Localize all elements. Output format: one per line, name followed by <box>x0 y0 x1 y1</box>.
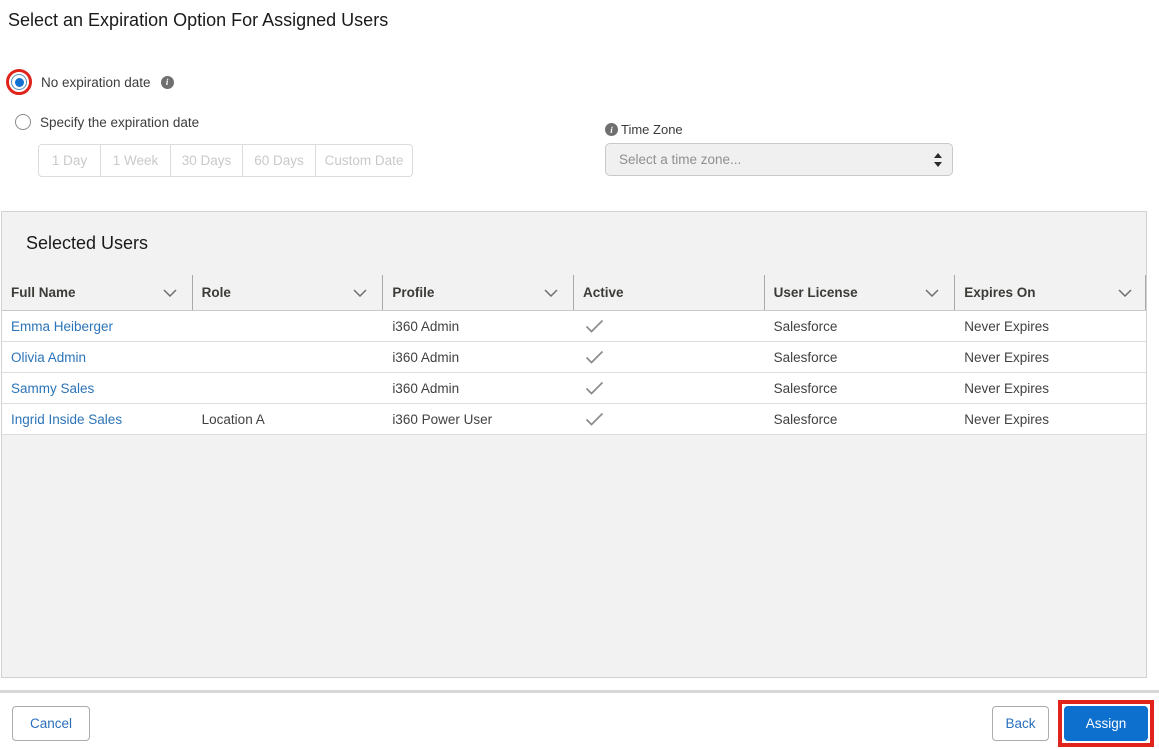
duration-button-custom-date[interactable]: Custom Date <box>315 145 412 176</box>
specify-expiration-option: Specify the expiration date <box>15 114 199 130</box>
cell-user-license: Salesforce <box>773 380 838 396</box>
cancel-button[interactable]: Cancel <box>12 706 90 741</box>
time-zone-label: Time Zone <box>621 122 683 137</box>
cell-full-name: Emma Heiberger <box>2 319 193 334</box>
cell-expires-on: Never Expires <box>964 349 1050 365</box>
info-icon[interactable]: i <box>160 75 174 89</box>
cell-expires-on: Never Expires <box>964 411 1050 427</box>
check-icon <box>585 381 604 395</box>
time-zone-label-row: i Time Zone <box>605 122 953 137</box>
cell-profile: i360 Admin <box>392 380 460 396</box>
table-row: Emma Heiberger i360 Admin Salesforce Never … <box>2 311 1146 342</box>
cell-user-license: Salesforce <box>773 349 838 365</box>
check-icon <box>585 350 604 364</box>
chevron-down-icon[interactable] <box>544 288 558 297</box>
chevron-down-icon[interactable] <box>353 288 367 297</box>
cell-profile: i360 Admin <box>392 318 460 334</box>
user-link[interactable]: Olivia Admin <box>11 350 86 365</box>
column-header-full-name[interactable]: Full Name <box>2 275 193 310</box>
table-body: Emma Heiberger i360 Admin Salesforce Never … <box>2 311 1146 435</box>
column-header-expires-on[interactable]: Expires On <box>955 275 1146 310</box>
panel-title: Selected Users <box>26 233 149 253</box>
table-row: Olivia Admin i360 Admin Salesforce Never Ex… <box>2 342 1146 373</box>
duration-button-60-days[interactable]: 60 Days <box>242 145 315 176</box>
cell-user-license: Salesforce <box>773 318 838 334</box>
column-label: Full Name <box>11 285 76 300</box>
cell-full-name: Sammy Sales <box>2 381 193 396</box>
back-button[interactable]: Back <box>992 706 1049 741</box>
user-link[interactable]: Emma Heiberger <box>11 319 113 334</box>
cell-active <box>574 347 765 367</box>
cell-user-license: Salesforce <box>773 411 838 427</box>
table-row: Ingrid Inside Sales Location A i360 Power … <box>2 404 1146 435</box>
duration-button-1-day[interactable]: 1 Day <box>39 145 100 176</box>
column-header-profile[interactable]: Profile <box>383 275 574 310</box>
user-link[interactable]: Ingrid Inside Sales <box>11 412 122 427</box>
column-label: Active <box>582 285 624 300</box>
no-expiration-option: No expiration date i <box>6 69 174 95</box>
cell-active <box>574 409 765 429</box>
table-header: Full Name Role Profile Active User License Ex… <box>2 275 1146 311</box>
column-label: Role <box>201 285 231 300</box>
time-zone-placeholder: Select a time zone... <box>619 152 742 167</box>
chevron-down-icon[interactable] <box>163 288 177 297</box>
cell-role: Location A <box>201 411 265 427</box>
page-title: Select an Expiration Option For Assigned… <box>8 10 389 30</box>
column-label: Profile <box>392 285 435 300</box>
check-icon <box>585 319 604 333</box>
time-zone-block: i Time Zone Select a time zone... <box>605 122 953 176</box>
user-link[interactable]: Sammy Sales <box>11 381 94 396</box>
cell-full-name: Olivia Admin <box>2 350 193 365</box>
duration-button-30-days[interactable]: 30 Days <box>170 145 242 176</box>
annotation-circle <box>6 69 32 95</box>
cell-active <box>574 378 765 398</box>
check-icon <box>585 412 604 426</box>
footer: Cancel Back Assign <box>0 693 1159 749</box>
spinner-icon[interactable] <box>934 152 942 167</box>
duration-button-group: 1 Day 1 Week 30 Days 60 Days Custom Date <box>38 144 413 177</box>
chevron-down-icon[interactable] <box>1118 288 1132 297</box>
time-zone-select[interactable]: Select a time zone... <box>605 143 953 176</box>
info-icon[interactable]: i <box>605 123 618 136</box>
table-row: Sammy Sales i360 Admin Salesforce Never Exp… <box>2 373 1146 404</box>
cell-active <box>574 316 765 336</box>
no-expiration-radio[interactable] <box>11 74 27 90</box>
cell-full-name: Ingrid Inside Sales <box>2 412 193 427</box>
cell-expires-on: Never Expires <box>964 318 1050 334</box>
column-header-role[interactable]: Role <box>193 275 384 310</box>
annotation-rectangle: Assign <box>1058 700 1154 747</box>
cell-profile: i360 Admin <box>392 349 460 365</box>
column-label: User License <box>773 285 858 300</box>
column-header-active[interactable]: Active <box>574 275 765 310</box>
specify-expiration-label: Specify the expiration date <box>40 114 200 130</box>
chevron-down-icon[interactable] <box>925 288 939 297</box>
selected-users-panel: Selected Users Full Name Role Profile Activ… <box>1 211 1147 678</box>
assign-button[interactable]: Assign <box>1064 706 1148 741</box>
specify-expiration-radio[interactable] <box>15 114 31 130</box>
duration-button-1-week[interactable]: 1 Week <box>100 145 170 176</box>
column-header-user-license[interactable]: User License <box>765 275 956 310</box>
cell-expires-on: Never Expires <box>964 380 1050 396</box>
cell-profile: i360 Power User <box>392 411 493 427</box>
column-label: Expires On <box>964 285 1036 300</box>
no-expiration-label: No expiration date <box>41 74 151 90</box>
